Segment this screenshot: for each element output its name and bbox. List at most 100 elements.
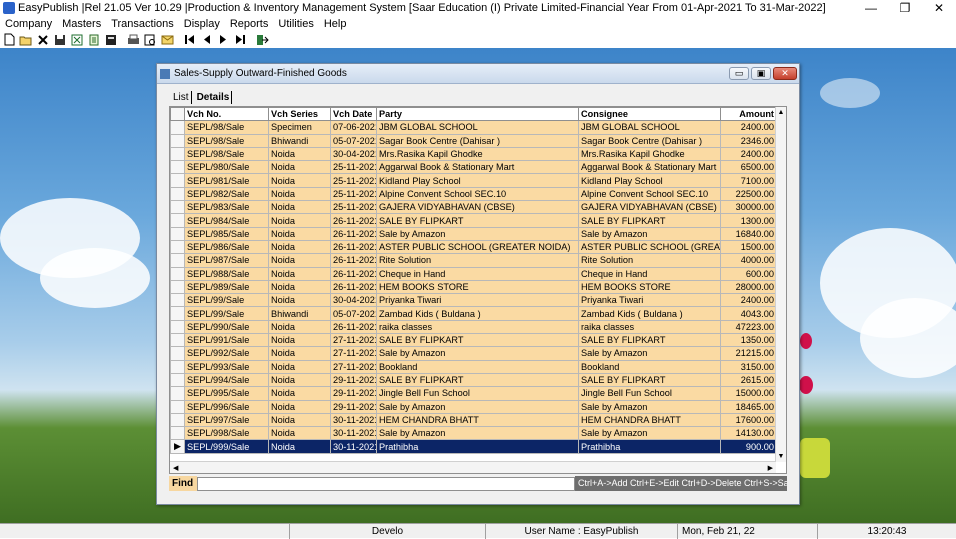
table-row[interactable]: SEPL/994/Sale Noida 29-11-2021 SALE BY FLIP… <box>170 372 777 388</box>
vertical-scrollbar[interactable]: ▲ ▼ <box>775 107 786 462</box>
delete-icon[interactable] <box>36 33 50 47</box>
col-party[interactable]: Party <box>376 106 579 122</box>
print-icon[interactable] <box>126 33 140 47</box>
col-vch-no[interactable]: Vch No. <box>184 106 269 122</box>
table-row[interactable]: SEPL/995/Sale Noida 29-11-2021 Jingle Bell … <box>170 386 777 401</box>
voucher-grid[interactable]: Vch No. Vch Series Vch Date Party Consig… <box>169 106 787 474</box>
menu-help[interactable]: Help <box>319 18 352 30</box>
col-amount[interactable]: Amount <box>720 106 777 122</box>
table-row[interactable]: SEPL/986/Sale Noida 26-11-2021 ASTER PUBLIC… <box>170 239 777 255</box>
row-indicator[interactable] <box>170 346 185 361</box>
col-vch-series[interactable]: Vch Series <box>268 106 331 122</box>
row-indicator[interactable] <box>170 426 185 441</box>
window-close-button[interactable]: ✕ <box>773 67 797 80</box>
table-row[interactable]: SEPL/983/Sale Noida 25-11-2021 GAJERA VIDYA… <box>170 200 777 215</box>
row-indicator[interactable] <box>170 412 185 428</box>
horizontal-scrollbar[interactable]: ◀ ▶ <box>170 461 776 473</box>
scroll-down-icon[interactable]: ▼ <box>776 451 786 462</box>
open-icon[interactable] <box>19 33 33 47</box>
row-indicator[interactable] <box>170 319 185 335</box>
table-row[interactable]: SEPL/990/Sale Noida 26-11-2021 raika classe… <box>170 319 777 335</box>
previous-icon[interactable] <box>199 33 213 47</box>
next-icon[interactable] <box>216 33 230 47</box>
menu-transactions[interactable]: Transactions <box>106 18 179 30</box>
cell-vch-date: 25-11-2021 <box>330 173 377 188</box>
table-row[interactable]: SEPL/984/Sale Noida 26-11-2021 SALE BY FLIP… <box>170 213 777 228</box>
row-indicator[interactable] <box>170 173 185 188</box>
table-row[interactable]: SEPL/989/Sale Noida 26-11-2021 HEM BOOKS ST… <box>170 279 777 295</box>
row-indicator[interactable] <box>170 293 185 308</box>
save-icon[interactable] <box>53 33 67 47</box>
table-row[interactable]: SEPL/981/Sale Noida 25-11-2021 Kidland Play… <box>170 173 777 188</box>
col-consignee[interactable]: Consignee <box>578 106 721 122</box>
table-row[interactable]: SEPL/991/Sale Noida 27-11-2021 SALE BY FLIP… <box>170 333 777 348</box>
window-minimize-button[interactable]: ▭ <box>729 67 749 80</box>
row-indicator[interactable] <box>170 226 185 241</box>
row-indicator[interactable] <box>170 399 185 414</box>
row-indicator[interactable] <box>170 253 185 268</box>
tab-list[interactable]: List <box>171 91 192 104</box>
table-row[interactable]: SEPL/985/Sale Noida 26-11-2021 Sale by Amaz… <box>170 226 777 241</box>
minimize-button[interactable]: — <box>854 0 888 16</box>
scroll-right-icon[interactable]: ▶ <box>768 464 773 472</box>
row-indicator[interactable] <box>170 372 185 388</box>
exit-icon[interactable] <box>255 33 269 47</box>
table-row[interactable]: SEPL/980/Sale Noida 25-11-2021 Aggarwal Boo… <box>170 160 777 175</box>
table-row[interactable]: SEPL/98/Sale Specimen 07-06-2021 JBM GLOBAL… <box>170 120 777 135</box>
table-row[interactable]: SEPL/98/Sale Noida 30-04-2021 Mrs.Rasika Ka… <box>170 146 777 162</box>
table-row[interactable]: SEPL/982/Sale Noida 25-11-2021 Alpine Conve… <box>170 186 777 202</box>
cell-party: Cheque in Hand <box>376 266 579 281</box>
cell-vch-series: Noida <box>268 213 331 228</box>
close-button[interactable]: ✕ <box>922 0 956 16</box>
window-restore-button[interactable]: ▣ <box>751 67 771 80</box>
row-indicator[interactable] <box>170 306 185 321</box>
cell-vch-no: SEPL/98/Sale <box>184 146 269 162</box>
table-row[interactable]: SEPL/988/Sale Noida 26-11-2021 Cheque in Ha… <box>170 266 777 281</box>
table-row[interactable]: SEPL/998/Sale Noida 30-11-2021 Sale by Amaz… <box>170 426 777 441</box>
first-icon[interactable] <box>182 33 196 47</box>
menu-company[interactable]: Company <box>0 18 57 30</box>
row-indicator[interactable] <box>170 239 185 255</box>
table-row[interactable]: SEPL/993/Sale Noida 27-11-2021 Bookland Book… <box>170 359 777 374</box>
table-row[interactable]: SEPL/997/Sale Noida 30-11-2021 HEM CHANDRA … <box>170 412 777 428</box>
scroll-left-icon[interactable]: ◀ <box>173 464 178 472</box>
maximize-button[interactable]: ❐ <box>888 0 922 16</box>
table-row[interactable]: SEPL/996/Sale Noida 29-11-2021 Sale by Amaz… <box>170 399 777 414</box>
excel-icon[interactable] <box>70 33 84 47</box>
find-input[interactable] <box>197 476 575 491</box>
current-row-arrow-icon[interactable]: ▶ <box>170 439 185 454</box>
preview-icon[interactable] <box>143 33 157 47</box>
row-indicator[interactable] <box>170 279 185 295</box>
row-indicator[interactable] <box>170 359 185 374</box>
scroll-up-icon[interactable]: ▲ <box>776 107 786 118</box>
cell-consignee: HEM CHANDRA BHATT <box>578 412 721 428</box>
row-indicator[interactable] <box>170 333 185 348</box>
table-row[interactable]: SEPL/992/Sale Noida 27-11-2021 Sale by Amaz… <box>170 346 777 361</box>
calculator-icon[interactable] <box>104 33 118 47</box>
row-indicator[interactable] <box>170 213 185 228</box>
row-indicator[interactable] <box>170 120 185 135</box>
col-vch-date[interactable]: Vch Date <box>330 106 377 122</box>
tab-details[interactable]: Details <box>195 91 233 104</box>
row-indicator[interactable] <box>170 160 185 175</box>
mail-icon[interactable] <box>160 33 174 47</box>
menu-masters[interactable]: Masters <box>57 18 106 30</box>
cell-consignee: ASTER PUBLIC SCHOOL (GREATER NOI <box>578 239 721 255</box>
row-indicator[interactable] <box>170 146 185 162</box>
menu-reports[interactable]: Reports <box>225 18 274 30</box>
row-indicator[interactable] <box>170 386 185 401</box>
table-row[interactable]: ▶ SEPL/999/Sale Noida 30-11-2021 Prathibha Pr… <box>170 439 777 454</box>
row-indicator[interactable] <box>170 186 185 202</box>
last-icon[interactable] <box>233 33 247 47</box>
menu-display[interactable]: Display <box>179 18 225 30</box>
row-indicator[interactable] <box>170 133 185 148</box>
table-row[interactable]: SEPL/987/Sale Noida 26-11-2021 Rite Solutio… <box>170 253 777 268</box>
table-row[interactable]: SEPL/98/Sale Bhiwandi 05-07-2021 Sagar Book… <box>170 133 777 148</box>
row-indicator[interactable] <box>170 266 185 281</box>
row-indicator[interactable] <box>170 200 185 215</box>
notepad-icon[interactable] <box>87 33 101 47</box>
menu-utilities[interactable]: Utilities <box>273 18 318 30</box>
new-icon[interactable] <box>2 33 16 47</box>
table-row[interactable]: SEPL/99/Sale Bhiwandi 05-07-2021 Zambad Kid… <box>170 306 777 321</box>
table-row[interactable]: SEPL/99/Sale Noida 30-04-2021 Priyanka Tiwa… <box>170 293 777 308</box>
